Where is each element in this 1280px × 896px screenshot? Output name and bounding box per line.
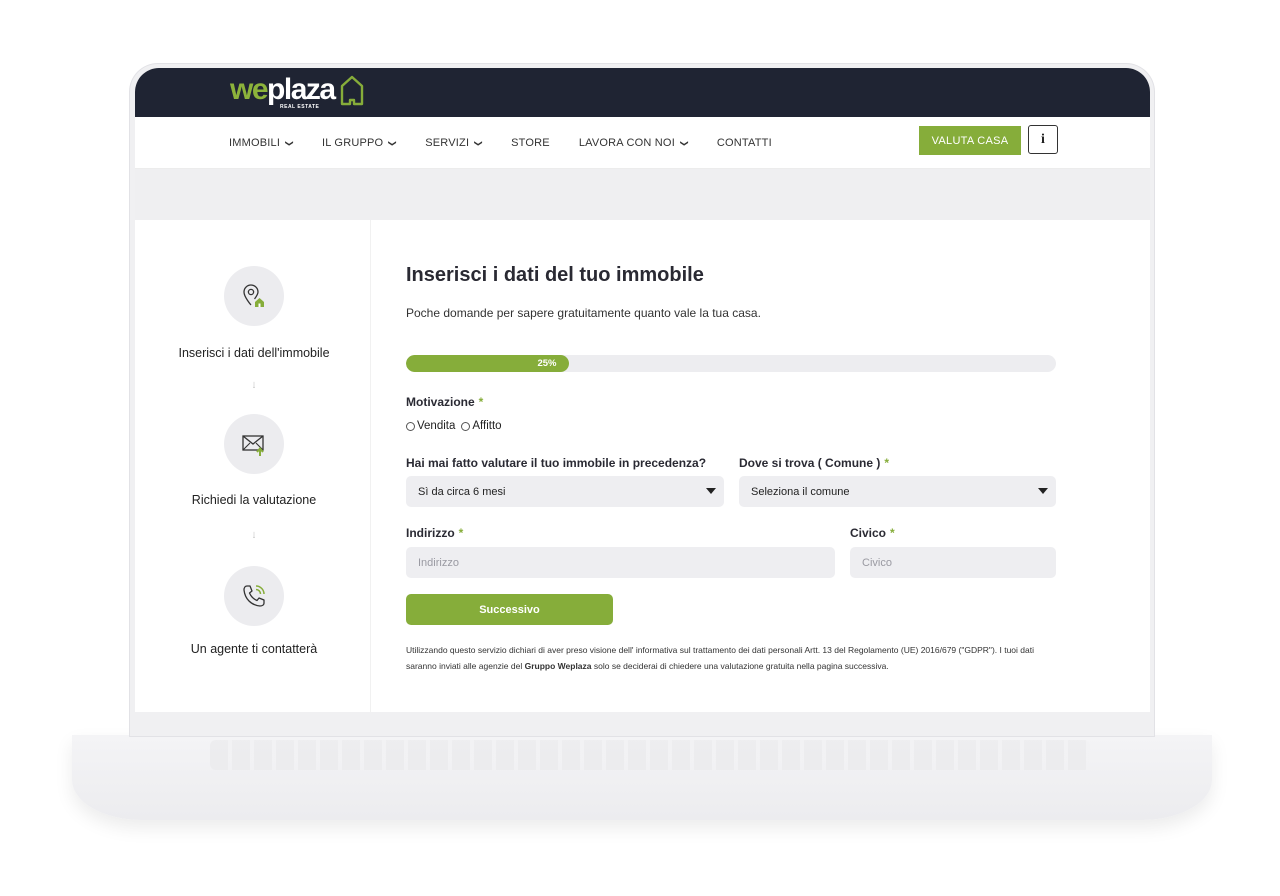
nav-item-label: SERVIZI <box>425 137 470 149</box>
valuta-casa-button[interactable]: VALUTA CASA <box>919 126 1021 155</box>
page-banner <box>135 169 1150 220</box>
privacy-brand: Gruppo Weplaza <box>524 661 592 671</box>
required-marker: * <box>884 456 890 470</box>
step-3-circle <box>224 566 284 626</box>
comune-select[interactable]: Seleziona il comune <box>739 476 1056 507</box>
radio-circle[interactable] <box>461 421 471 431</box>
valutazione-select[interactable]: Sì da circa 6 mesi <box>406 476 724 507</box>
indirizzo-input[interactable]: Indirizzo <box>406 547 835 578</box>
privacy-text-end: solo se deciderai di chiedere una valuta… <box>591 661 889 671</box>
progress-bar: 25% <box>406 355 1056 372</box>
nav-item-servizi[interactable]: SERVIZI ❯ <box>425 137 484 149</box>
comune-label: Dove si trova ( Comune ) * <box>739 456 889 470</box>
nav-item-label: IL GRUPPO <box>322 137 384 149</box>
chevron-down-icon: ❯ <box>474 139 484 147</box>
radio-label: Vendita <box>417 420 456 432</box>
chevron-down-icon: ❯ <box>285 139 295 147</box>
motivazione-label-text: Motivazione <box>406 395 475 409</box>
nav-item-store[interactable]: STORE <box>511 137 550 149</box>
radio-affitto[interactable]: Affitto <box>461 420 502 432</box>
nav-item-label: LAVORA CON NOI <box>578 137 675 149</box>
nav-item-label: IMMOBILI <box>229 137 281 149</box>
radio-label: Affitto <box>472 420 502 432</box>
radio-vendita[interactable]: Vendita <box>406 420 455 432</box>
nav-item-label: STORE <box>511 137 550 149</box>
civico-placeholder: Civico <box>862 556 892 569</box>
laptop-screen: we plaza REAL ESTATE IMMOBILI ❯ IL GRUPP… <box>135 68 1150 712</box>
weplaza-logo[interactable]: we plaza REAL ESTATE <box>230 73 364 110</box>
valutazione-select-value: Sì da circa 6 mesi <box>418 485 506 498</box>
step-3-label: Un agente ti contatterà <box>190 642 318 656</box>
valuation-section: Inserisci i dati dell'immobile Richiedi … <box>135 220 1150 712</box>
main-navbar: IMMOBILI ❯ IL GRUPPO ❯ SERVIZI ❯ STORE L… <box>135 117 1150 169</box>
nav-item-il-gruppo[interactable]: IL GRUPPO ❯ <box>322 137 398 149</box>
valutazione-label: Hai mai fatto valutare il tuo immobile i… <box>406 456 707 470</box>
step-1-circle <box>224 266 284 326</box>
step-2-label: Richiedi la valutazione <box>191 493 317 507</box>
logo-subtitle: REAL ESTATE <box>280 104 320 110</box>
steps-sidebar: Inserisci i dati dell'immobile Richiedi … <box>135 220 371 712</box>
nav-item-lavora-con-noi[interactable]: LAVORA CON NOI ❯ <box>578 137 689 149</box>
map-pin-home-icon <box>243 284 264 307</box>
indirizzo-label-text: Indirizzo <box>406 526 455 540</box>
indirizzo-label: Indirizzo * <box>406 526 463 540</box>
radio-circle[interactable] <box>406 421 415 431</box>
successivo-button[interactable]: Successivo <box>406 594 613 625</box>
phone-ringing-icon <box>243 585 265 607</box>
chevron-down-icon: ❯ <box>388 139 398 147</box>
nav-item-contatti[interactable]: CONTATTI <box>717 137 772 149</box>
required-marker: * <box>890 526 895 540</box>
arrow-down-icon <box>253 381 255 388</box>
indirizzo-placeholder: Indirizzo <box>418 556 459 569</box>
step-2-circle <box>224 414 284 474</box>
motivazione-label: Motivazione * <box>406 395 483 409</box>
required-marker: * <box>458 526 464 540</box>
logo-plaza-text: plaza <box>267 73 336 106</box>
civico-label-text: Civico <box>850 526 887 540</box>
caret-down-icon <box>1038 488 1048 494</box>
nav-item-label: CONTATTI <box>716 137 772 149</box>
nav-item-immobili[interactable]: IMMOBILI ❯ <box>229 137 295 149</box>
form-title: Inserisci i dati del tuo immobile <box>406 264 704 286</box>
step-1-label: Inserisci i dati dell'immobile <box>178 346 330 360</box>
progress-label: 25% <box>537 358 557 369</box>
arrow-down-icon <box>253 531 255 538</box>
privacy-notice: Utilizzando questo servizio dichiari di … <box>406 642 1066 674</box>
logo-we-text: we <box>230 73 269 106</box>
house-logo-icon <box>340 75 363 106</box>
laptop-keyboard <box>210 740 1090 770</box>
info-button[interactable]: i <box>1028 125 1058 154</box>
chevron-down-icon: ❯ <box>679 139 689 147</box>
comune-label-text: Dove si trova ( Comune ) <box>739 456 881 470</box>
nav-menu: IMMOBILI ❯ IL GRUPPO ❯ SERVIZI ❯ STORE L… <box>229 117 772 169</box>
comune-select-value: Seleziona il comune <box>751 485 850 498</box>
caret-down-icon <box>706 488 716 494</box>
form-subtitle: Poche domande per sapere gratuitamente q… <box>406 306 761 320</box>
envelope-upload-icon <box>242 435 264 456</box>
civico-label: Civico * <box>850 526 895 540</box>
motivazione-radio-group: Vendita Affitto <box>406 420 502 432</box>
civico-input[interactable]: Civico <box>850 547 1056 578</box>
progress-fill: 25% <box>406 355 569 372</box>
site-header: we plaza REAL ESTATE <box>135 68 1150 117</box>
required-marker: * <box>478 395 484 409</box>
